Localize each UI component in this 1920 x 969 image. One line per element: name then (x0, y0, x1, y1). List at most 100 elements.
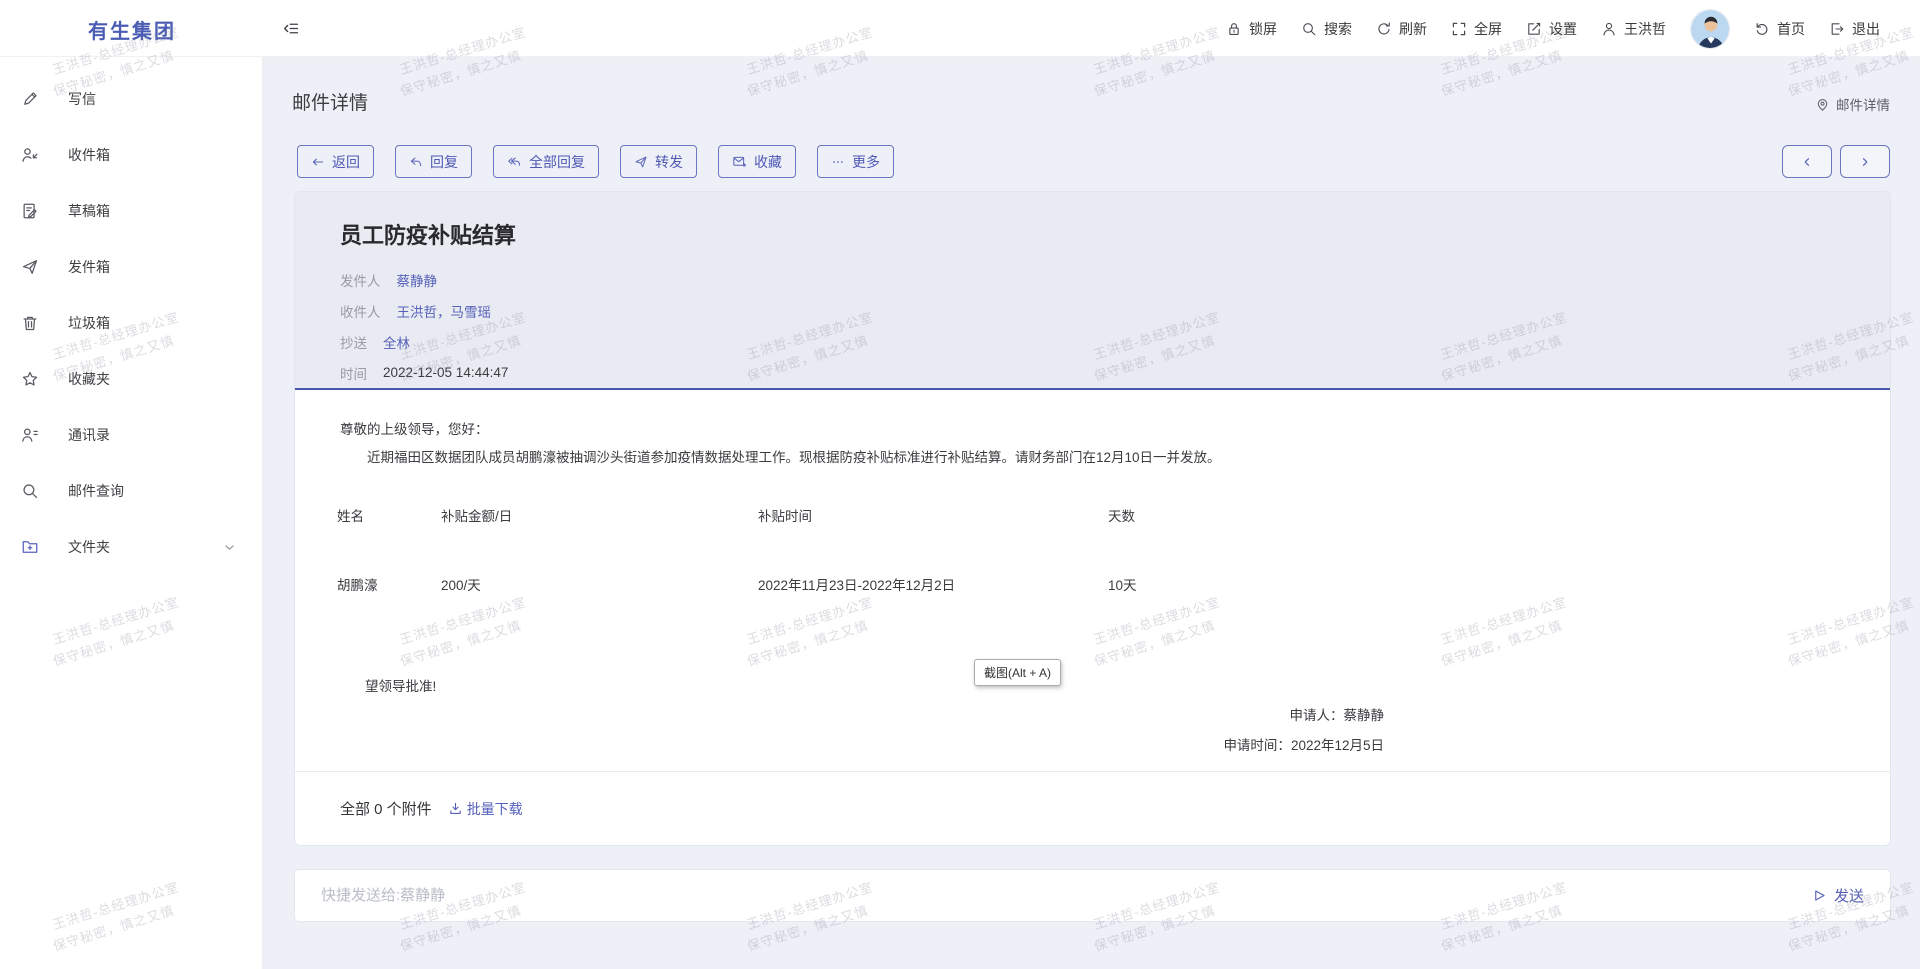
mail-pager (1782, 145, 1890, 178)
settings-button[interactable]: 设置 (1526, 19, 1577, 39)
table-header-amount: 补贴金额/日 (441, 505, 512, 525)
to-label: 收件人 (340, 301, 381, 321)
top-header: 有生集团 锁屏 搜索 刷新 全屏 设置 王洪哲 (0, 0, 1920, 57)
table-cell-period: 2022年11月23日-2022年12月2日 (758, 574, 955, 594)
topbar-actions: 锁屏 搜索 刷新 全屏 设置 王洪哲 (1226, 0, 1880, 57)
forward-plane-icon (634, 155, 648, 169)
mail-to-row: 收件人 王洪哲，马雪瑶 (340, 295, 1845, 326)
chevron-right-icon (1859, 156, 1871, 168)
download-icon (448, 801, 463, 816)
prev-mail-button[interactable] (1782, 145, 1832, 178)
sidebar-item-drafts[interactable]: 草稿箱 (0, 183, 262, 239)
paper-plane-icon (21, 258, 40, 276)
sidebar-item-contacts[interactable]: 通讯录 (0, 407, 262, 463)
sidebar: 写信 收件箱 草稿箱 发件箱 垃圾箱 收藏夹 通讯录 邮件查询 文件夹 (0, 57, 263, 969)
fullscreen-icon (1451, 21, 1467, 37)
quick-send-bar: 发送 (295, 870, 1890, 921)
user-avatar[interactable] (1690, 9, 1730, 49)
chevron-left-icon (1801, 156, 1813, 168)
home-button[interactable]: 首页 (1754, 19, 1805, 39)
sidebar-item-sent[interactable]: 发件箱 (0, 239, 262, 295)
search-button[interactable]: 搜索 (1301, 19, 1352, 39)
table-header-period: 补贴时间 (758, 505, 812, 525)
contacts-icon (21, 426, 40, 444)
favorite-button[interactable]: 收藏 (718, 145, 796, 178)
send-button[interactable]: 发送 (1812, 885, 1864, 906)
next-mail-button[interactable] (1840, 145, 1890, 178)
sidebar-item-inbox[interactable]: 收件箱 (0, 127, 262, 183)
mail-header: 员工防疫补贴结算 发件人 蔡静静 收件人 王洪哲，马雪瑶 抄送 全林 时间 20… (295, 192, 1890, 390)
logout-button[interactable]: 退出 (1829, 19, 1880, 39)
sidebar-item-trash[interactable]: 垃圾箱 (0, 295, 262, 351)
breadcrumb: 邮件详情 (1815, 94, 1890, 114)
edit-square-icon (1526, 21, 1542, 37)
refresh-icon (1376, 21, 1392, 37)
back-button[interactable]: 返回 (297, 145, 374, 178)
quick-send-input[interactable] (321, 887, 1812, 904)
search-icon (21, 482, 40, 500)
time-label: 时间 (340, 363, 367, 383)
page-title: 邮件详情 (292, 88, 368, 115)
fullscreen-button[interactable]: 全屏 (1451, 19, 1502, 39)
screenshot-tooltip: 截图(Alt + A) (974, 659, 1061, 686)
more-button[interactable]: 更多 (817, 145, 894, 178)
refresh-button[interactable]: 刷新 (1376, 19, 1427, 39)
forward-button[interactable]: 转发 (620, 145, 697, 178)
reply-icon (409, 155, 423, 169)
sidebar-item-mail-search[interactable]: 邮件查询 (0, 463, 262, 519)
mail-body: 尊敬的上级领导，您好： 近期福田区数据团队成员胡鹏濠被抽调沙头街道参加疫情数据处… (295, 392, 1890, 771)
pen-icon (21, 90, 40, 108)
mail-from-row: 发件人 蔡静静 (340, 264, 1845, 295)
lock-screen-button[interactable]: 锁屏 (1226, 19, 1277, 39)
mail-time: 2022-12-05 14:44:47 (383, 365, 508, 380)
more-ellipsis-icon (831, 155, 845, 169)
mail-closing: 望领导批准! (365, 675, 436, 695)
breadcrumb-label: 邮件详情 (1836, 94, 1890, 114)
mail-detail-card: 员工防疫补贴结算 发件人 蔡静静 收件人 王洪哲，马雪瑶 抄送 全林 时间 20… (295, 192, 1890, 845)
batch-download-link[interactable]: 批量下载 (448, 799, 523, 819)
cc-contact-link[interactable]: 全林 (383, 332, 410, 352)
star-icon (21, 370, 40, 388)
table-cell-name: 胡鹏濠 (337, 574, 378, 594)
send-triangle-icon (1812, 888, 1827, 903)
from-contact-link[interactable]: 蔡静静 (397, 270, 438, 290)
reply-all-button[interactable]: 全部回复 (493, 145, 599, 178)
sidebar-item-folders[interactable]: 文件夹 (0, 519, 262, 575)
mail-time-row: 时间 2022-12-05 14:44:47 (340, 357, 1845, 388)
mail-paragraph: 近期福田区数据团队成员胡鹏濠被抽调沙头街道参加疫情数据处理工作。现根据防疫补贴标… (340, 447, 1840, 469)
current-user-name: 王洪哲 (1624, 19, 1666, 39)
reply-all-icon (507, 155, 522, 169)
arrow-left-icon (311, 155, 325, 169)
table-header-days: 天数 (1108, 505, 1135, 525)
chevron-down-icon[interactable] (223, 541, 236, 554)
table-cell-days: 10天 (1108, 574, 1137, 594)
location-pin-icon (1815, 97, 1830, 112)
table-cell-amount: 200/天 (441, 574, 481, 594)
trash-icon (21, 314, 40, 332)
app-logo[interactable]: 有生集团 (88, 15, 176, 44)
search-icon (1301, 21, 1317, 37)
current-user-button[interactable]: 王洪哲 (1601, 19, 1666, 39)
table-header-name: 姓名 (337, 505, 364, 525)
menu-fold-icon[interactable] (283, 20, 300, 37)
reply-button[interactable]: 回复 (395, 145, 472, 178)
to-contacts-link[interactable]: 王洪哲，马雪瑶 (397, 301, 492, 321)
sidebar-item-compose[interactable]: 写信 (0, 71, 262, 127)
cc-label: 抄送 (340, 332, 367, 352)
mail-cc-row: 抄送 全林 (340, 326, 1845, 357)
sidebar-item-favorites[interactable]: 收藏夹 (0, 351, 262, 407)
apply-date-line: 申请时间：2022年12月5日 (337, 734, 1384, 754)
attachments-bar: 全部 0 个附件 批量下载 (295, 771, 1890, 845)
draft-doc-icon (21, 202, 40, 220)
lock-icon (1226, 21, 1242, 37)
undo-arrow-icon (1754, 21, 1770, 37)
applicant-line: 申请人：蔡静静 (337, 704, 1384, 724)
mail-star-icon (732, 154, 747, 169)
mail-greeting: 尊敬的上级领导，您好： (340, 418, 489, 438)
mail-action-toolbar: 返回 回复 全部回复 转发 收藏 更多 (297, 145, 894, 178)
folder-plus-icon (21, 538, 40, 556)
mail-subject: 员工防疫补贴结算 (340, 218, 1845, 250)
logout-icon (1829, 21, 1845, 37)
attachments-summary: 全部 0 个附件 (340, 798, 432, 819)
main-content: 邮件详情 邮件详情 返回 回复 全部回复 转发 收藏 更多 (264, 57, 1920, 969)
